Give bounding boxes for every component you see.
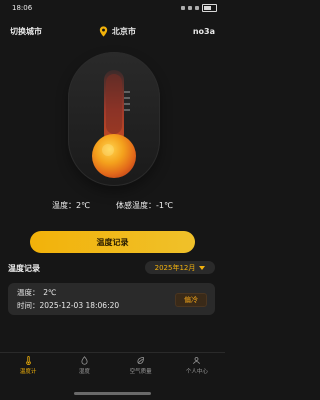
records-section-title: 温度记录 xyxy=(8,264,40,273)
record-card: 温度： 2℃ 时间：2025-12-03 18:06:20 偏冷 xyxy=(8,283,215,315)
nav-label-air-quality: 空气质量 xyxy=(129,368,152,375)
user-icon xyxy=(193,356,201,364)
scale-ticks xyxy=(124,91,130,111)
city-selector[interactable]: 北京市 xyxy=(99,25,136,37)
droplet-icon xyxy=(81,355,88,365)
user-name[interactable]: no3a xyxy=(193,27,215,36)
location-pin-icon xyxy=(99,25,108,37)
nav-label-humidity: 湿度 xyxy=(78,368,90,375)
nav-thermometer[interactable]: 温度计 xyxy=(0,353,56,377)
signal-icon xyxy=(188,6,192,10)
chevron-down-icon xyxy=(199,265,206,270)
city-name: 北京市 xyxy=(111,26,136,36)
nav-humidity[interactable]: 湿度 xyxy=(56,353,112,377)
top-header: 切换城市 北京市 no3a xyxy=(0,22,225,40)
nav-label-thermometer: 温度计 xyxy=(19,368,37,375)
thermometer-icon xyxy=(25,355,31,365)
status-bar: 18:06 xyxy=(0,0,225,16)
wifi-icon xyxy=(195,6,199,10)
battery-icon xyxy=(202,4,217,12)
leaf-icon xyxy=(137,356,145,364)
thermometer-bulb xyxy=(92,134,136,178)
nav-profile[interactable]: 个人中心 xyxy=(169,353,225,377)
notification-icon xyxy=(181,6,185,10)
record-status-badge: 偏冷 xyxy=(175,293,207,307)
temperature-readout: 温度：2℃ 体感温度：-1℃ xyxy=(0,200,225,214)
nav-label-profile: 个人中心 xyxy=(185,368,208,375)
switch-city-button[interactable]: 切换城市 xyxy=(10,26,42,37)
month-selector[interactable]: 2025年12月 xyxy=(145,261,215,274)
record-time: 时间：2025-12-03 18:06:20 xyxy=(17,301,120,310)
record-temperature: 温度： 2℃ xyxy=(17,288,57,297)
temperature-label: 温度：2℃ xyxy=(51,201,91,210)
status-icons xyxy=(181,4,217,12)
nav-air-quality[interactable]: 空气质量 xyxy=(113,353,169,377)
temperature-record-button[interactable]: 温度记录 xyxy=(30,231,195,253)
bottom-navigation: 温度计 湿度 空气质量 个人中心 xyxy=(0,352,225,377)
thermometer-card xyxy=(68,52,160,186)
thermometer-illustration xyxy=(92,70,136,178)
feels-like-label: 体感温度：-1℃ xyxy=(116,201,174,210)
gesture-bar xyxy=(74,392,151,395)
status-time: 18:06 xyxy=(12,4,33,12)
month-selector-value: 2025年12月 xyxy=(154,263,196,272)
